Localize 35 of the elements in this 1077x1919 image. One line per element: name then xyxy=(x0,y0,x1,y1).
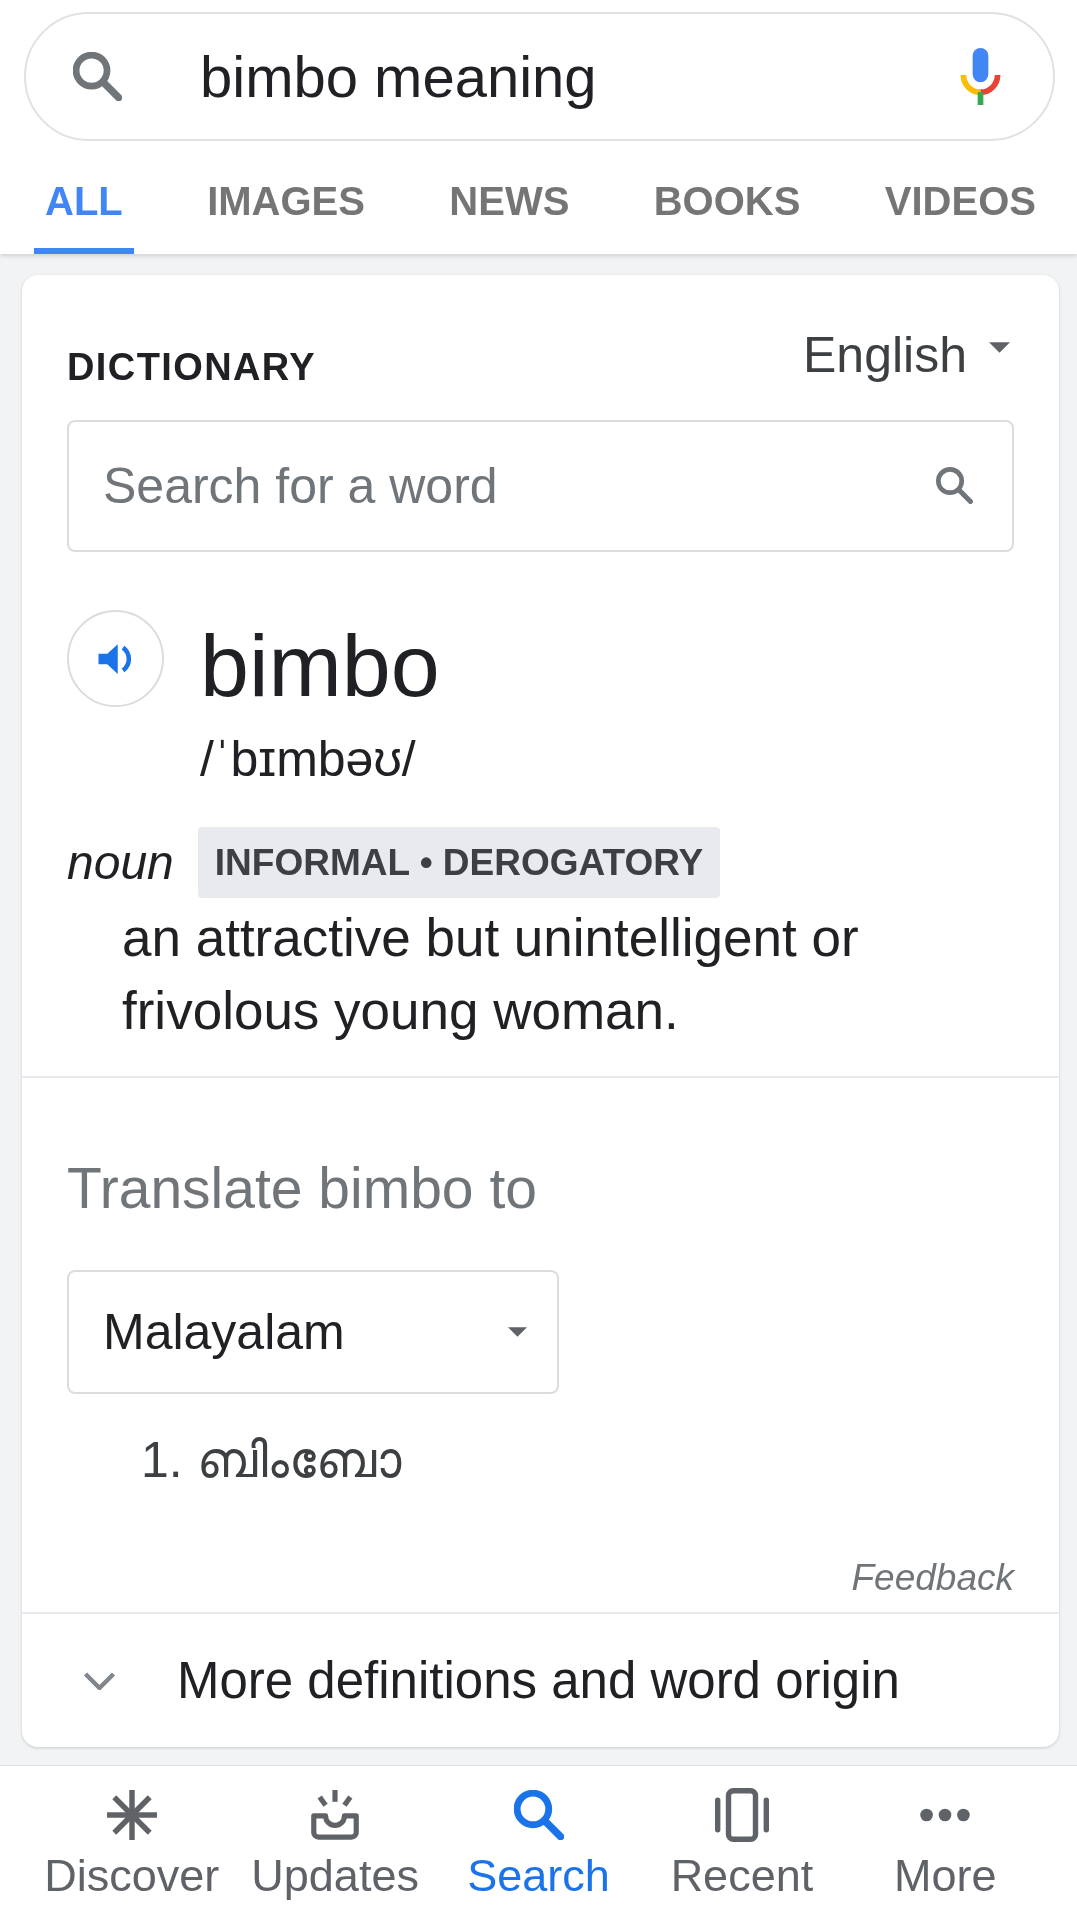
word-search-field[interactable]: Search for a word xyxy=(67,420,1014,552)
more-definitions-button[interactable]: More definitions and word origin xyxy=(22,1614,1059,1747)
nav-item[interactable]: Search xyxy=(436,1790,641,1919)
nav-item[interactable]: Discover xyxy=(30,1790,234,1919)
pronunciation: /ˈbɪmbəʊ/ xyxy=(200,731,416,787)
asterisk-icon xyxy=(106,1790,157,1840)
nav-item[interactable]: Recent xyxy=(640,1790,844,1919)
caret-down-icon xyxy=(508,1327,527,1337)
cards-icon xyxy=(714,1788,769,1842)
headword: bimbo xyxy=(200,616,440,716)
feedback-link[interactable]: Feedback xyxy=(851,1556,1014,1600)
search-icon xyxy=(73,52,122,101)
tab[interactable]: IMAGES xyxy=(196,141,376,254)
language-dropdown[interactable]: English xyxy=(803,325,1010,385)
more-icon xyxy=(920,1808,971,1822)
nav-item[interactable]: Updates xyxy=(233,1790,437,1919)
translate-heading: Translate bimbo to xyxy=(67,1155,537,1221)
tab[interactable]: NEWS xyxy=(438,141,581,254)
nav-item[interactable]: More xyxy=(843,1790,1048,1919)
tab[interactable]: VIDEOS xyxy=(873,141,1047,254)
microphone-icon[interactable] xyxy=(960,48,1001,105)
tray-icon xyxy=(310,1790,361,1840)
usage-label: INFORMAL • DEROGATORY xyxy=(197,827,721,898)
search-field[interactable]: bimbo meaning xyxy=(24,12,1055,141)
part-of-speech: noun xyxy=(67,835,174,890)
caret-down-icon xyxy=(989,342,1010,353)
tab[interactable]: ALL xyxy=(34,141,134,254)
section-title: DICTIONARY xyxy=(67,349,317,385)
search-icon xyxy=(936,467,973,504)
tab[interactable]: BOOKS xyxy=(642,141,812,254)
definition: an attractive but unintelligent or frivolous young woman. xyxy=(122,907,860,1042)
language-select[interactable]: Malayalam xyxy=(67,1270,559,1394)
translation-result: 1. ബിംബോ xyxy=(141,1431,401,1490)
chevron-down-icon xyxy=(83,1671,116,1690)
search-icon xyxy=(513,1790,564,1840)
